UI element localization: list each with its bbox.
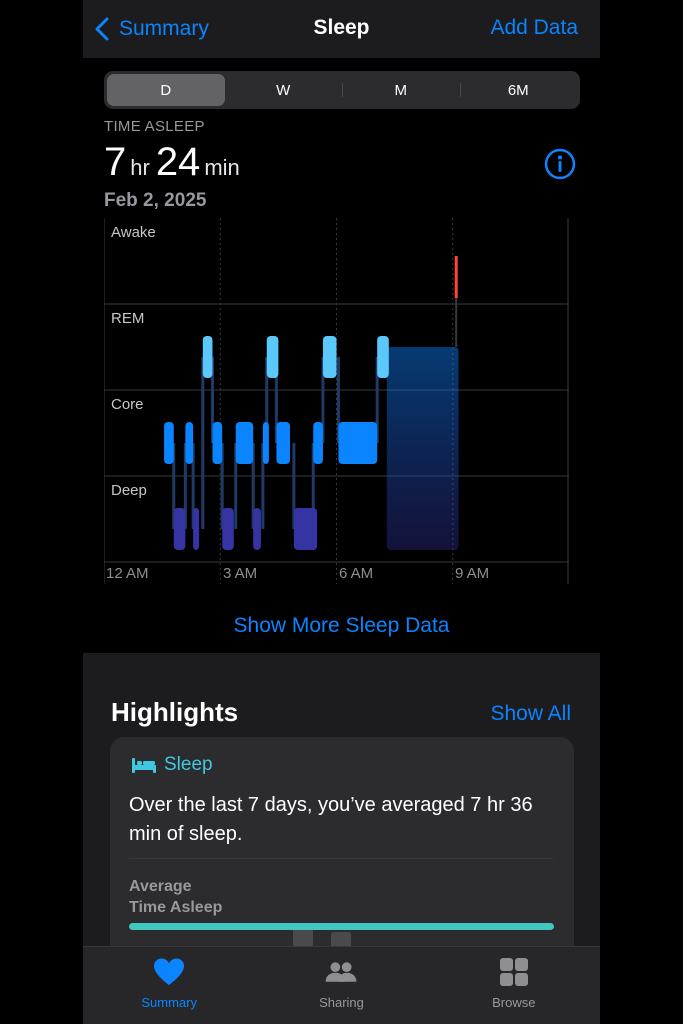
card-category: Sleep bbox=[164, 754, 213, 775]
sleep-segment-core bbox=[212, 422, 223, 464]
date-label: Feb 2, 2025 bbox=[104, 190, 207, 211]
stage-label-rem: REM bbox=[111, 310, 145, 327]
sleep-segment-deep bbox=[173, 508, 186, 550]
sleep-segment-core bbox=[313, 422, 323, 464]
stage-label-core: Core bbox=[111, 396, 144, 413]
tab-label: Summary bbox=[141, 995, 197, 1010]
average-label: Average Time Asleep bbox=[129, 876, 222, 918]
average-bar bbox=[129, 923, 554, 930]
card-summary-text: Over the last 7 days, you’ve averaged 7 … bbox=[129, 794, 533, 845]
sleep-segment-awake bbox=[454, 256, 458, 298]
tab-browse[interactable]: Browse bbox=[428, 947, 600, 1024]
time-asleep-label: TIME ASLEEP bbox=[104, 118, 205, 135]
hours-unit: hr bbox=[130, 155, 150, 180]
sleep-stages-chart: Awake REM Core Deep 12 AM 3 AM 6 AM 9 AM bbox=[104, 218, 569, 584]
in-bed-region bbox=[386, 347, 459, 550]
tab-bar: Summary Sharing Browse bbox=[83, 946, 600, 1024]
average-label-line1: Average bbox=[129, 878, 192, 895]
grid-icon bbox=[499, 958, 528, 986]
average-label-line2: Time Asleep bbox=[129, 899, 223, 916]
tab-label: Sharing bbox=[319, 995, 364, 1010]
phone-screen: Summary Sleep Add Data D W M 6M TIME ASL… bbox=[83, 0, 600, 1024]
tab-sharing[interactable]: Sharing bbox=[255, 947, 427, 1024]
bed-icon bbox=[132, 758, 156, 773]
sleep-segment-core bbox=[338, 422, 378, 464]
sleep-segment-core bbox=[185, 422, 194, 464]
sleep-segment-rem bbox=[322, 336, 337, 378]
stage-label-deep: Deep bbox=[111, 482, 147, 499]
people-icon bbox=[326, 962, 357, 982]
add-data-button[interactable]: Add Data bbox=[490, 16, 578, 40]
segment-six-months[interactable]: 6M bbox=[459, 74, 578, 106]
sleep-segment-deep bbox=[193, 508, 200, 550]
sleep-chart-svg bbox=[104, 218, 569, 584]
sleep-segment-core bbox=[164, 422, 174, 464]
info-icon[interactable] bbox=[544, 148, 576, 180]
sleep-segment-rem bbox=[377, 336, 389, 378]
segment-day[interactable]: D bbox=[107, 74, 225, 106]
minutes-unit: min bbox=[204, 155, 240, 180]
navigation-bar: Summary Sleep Add Data bbox=[83, 0, 600, 58]
x-label-6am: 6 AM bbox=[339, 565, 374, 582]
card-header: Sleep bbox=[131, 754, 213, 776]
x-label-9am: 9 AM bbox=[455, 565, 490, 582]
time-asleep-value: 7 hr 24 min bbox=[104, 140, 246, 185]
sleep-segment-core bbox=[262, 422, 269, 464]
divider bbox=[129, 858, 553, 859]
x-label-3am: 3 AM bbox=[223, 565, 258, 582]
sleep-segment-rem bbox=[266, 336, 279, 378]
sleep-segment-core bbox=[235, 422, 254, 464]
show-all-button[interactable]: Show All bbox=[490, 702, 571, 726]
minutes-value: 24 bbox=[155, 140, 201, 184]
tab-label: Browse bbox=[492, 995, 536, 1010]
time-range-segmented-control: D W M 6M bbox=[104, 71, 580, 109]
segment-week[interactable]: W bbox=[225, 74, 343, 106]
sleep-segment-core bbox=[276, 422, 290, 464]
hours-value: 7 bbox=[104, 140, 127, 184]
sleep-segment-deep bbox=[222, 508, 234, 550]
x-label-12am: 12 AM bbox=[106, 565, 149, 582]
heart-icon bbox=[154, 958, 185, 985]
sleep-segment-deep bbox=[293, 508, 318, 550]
sleep-segment-rem bbox=[202, 336, 213, 378]
segment-month[interactable]: M bbox=[342, 74, 460, 106]
tab-summary[interactable]: Summary bbox=[83, 947, 255, 1024]
sleep-segment-deep bbox=[253, 508, 261, 550]
highlights-title: Highlights bbox=[111, 697, 239, 727]
show-more-sleep-data-link[interactable]: Show More Sleep Data bbox=[83, 614, 600, 638]
stage-label-awake: Awake bbox=[111, 224, 156, 241]
